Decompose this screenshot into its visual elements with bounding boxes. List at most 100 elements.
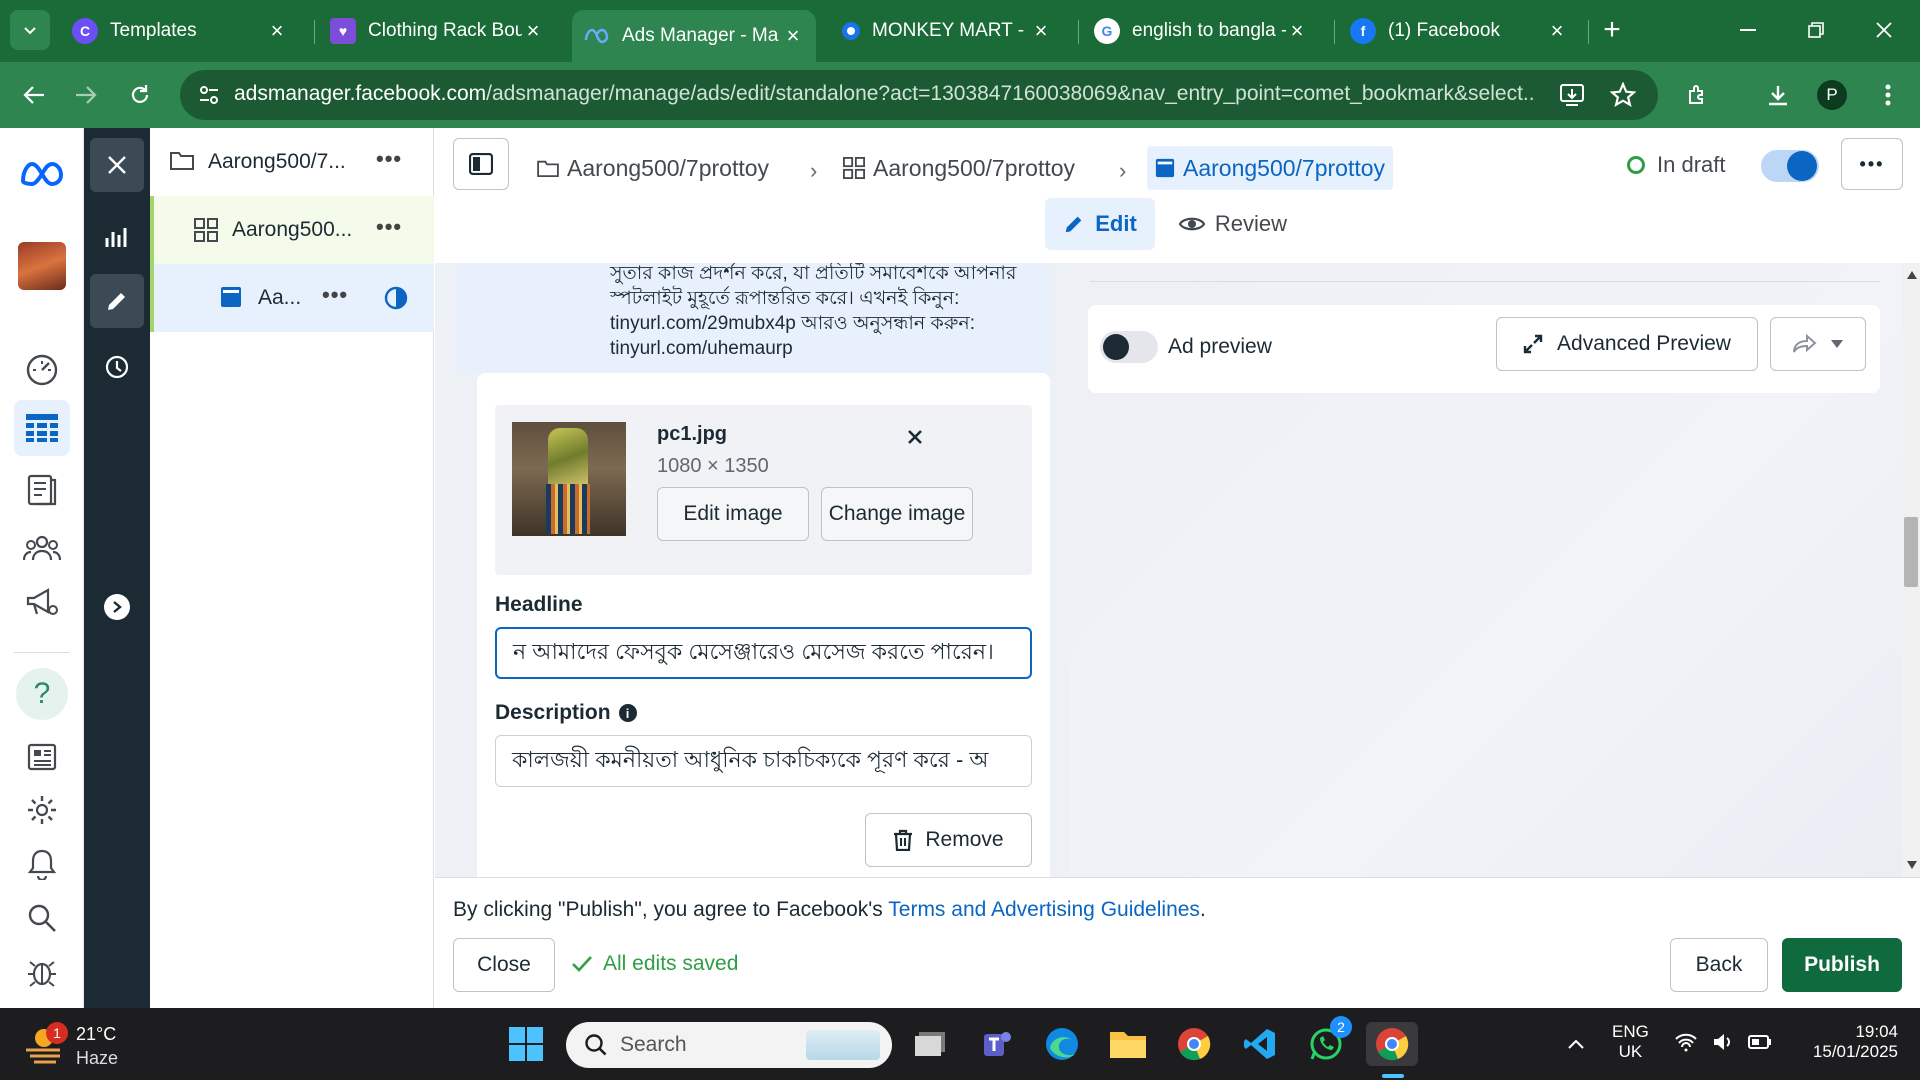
windows-start-icon[interactable] — [504, 1022, 548, 1066]
more-options-icon[interactable]: ••• — [322, 282, 348, 308]
browser-tab-strip: C Templates × ♥ Clothing Rack Bou × Ads … — [0, 0, 1920, 62]
teams-icon[interactable] — [974, 1022, 1018, 1066]
terms-link[interactable]: Terms and Advertising Guidelines — [888, 898, 1200, 921]
status-text: In draft — [1657, 152, 1726, 177]
back-arrow-icon[interactable] — [14, 75, 54, 115]
browser-tab-templates[interactable]: C Templates × — [60, 10, 300, 52]
publish-label: Publish — [1804, 953, 1880, 976]
browser-menu-icon[interactable] — [1868, 75, 1908, 115]
browser-tab-clothing-rack[interactable]: ♥ Clothing Rack Bou × — [318, 10, 556, 52]
minimize-icon[interactable] — [1728, 10, 1768, 50]
install-app-icon[interactable] — [1560, 83, 1586, 107]
tree-item-adset[interactable]: Aarong500... ••• — [150, 196, 434, 264]
task-view-icon[interactable] — [908, 1022, 952, 1066]
more-options-icon[interactable]: ••• — [376, 214, 402, 240]
edit-image-button[interactable]: Edit image — [657, 487, 809, 541]
scroll-down-arrow-icon[interactable] — [1907, 861, 1917, 869]
save-status: All edits saved — [571, 952, 738, 976]
tree-item-ad[interactable]: Aa... ••• — [150, 264, 434, 332]
reload-icon[interactable] — [120, 75, 160, 115]
taskbar-search-box[interactable]: Search — [566, 1022, 892, 1068]
close-icon[interactable]: × — [1030, 18, 1052, 43]
scroll-up-arrow-icon[interactable] — [1907, 271, 1917, 279]
history-clock-icon[interactable] — [90, 340, 144, 394]
site-settings-icon[interactable] — [198, 84, 220, 106]
chevron-up-icon[interactable] — [1554, 1022, 1598, 1066]
description-value: কালজয়ী কমনীয়তা আধুনিক চাকচিক্যকে পূরণ … — [512, 746, 989, 772]
advanced-preview-button[interactable]: Advanced Preview — [1496, 317, 1758, 371]
close-window-icon[interactable] — [1864, 10, 1904, 50]
profile-avatar[interactable]: P — [1812, 75, 1852, 115]
remove-button[interactable]: Remove — [865, 813, 1032, 867]
audiences-icon[interactable] — [14, 520, 70, 576]
tree-item-campaign[interactable]: Aarong500/7... ••• — [150, 128, 434, 196]
scrollbar-thumb[interactable] — [1904, 517, 1918, 587]
bug-report-icon[interactable] — [14, 944, 70, 1000]
vscode-icon[interactable] — [1238, 1022, 1282, 1066]
close-icon[interactable]: × — [266, 18, 288, 43]
preview-scrollbar[interactable] — [1902, 263, 1920, 877]
catalog-icon[interactable] — [14, 462, 70, 518]
share-preview-dropdown[interactable] — [1770, 317, 1866, 371]
browser-tab-ads-manager[interactable]: Ads Manager - Ma × — [572, 10, 816, 62]
settings-gear-icon[interactable] — [14, 782, 70, 838]
search-icon[interactable] — [14, 890, 70, 946]
system-tray[interactable] — [1674, 1032, 1772, 1052]
new-tab-icon[interactable]: + — [1592, 10, 1632, 50]
more-actions-button[interactable]: ••• — [1841, 138, 1903, 190]
close-icon[interactable]: × — [1286, 18, 1308, 43]
close-icon[interactable]: × — [522, 18, 544, 43]
campaigns-table-icon[interactable] — [14, 400, 70, 456]
ad-on-off-toggle[interactable] — [1761, 150, 1819, 182]
clock[interactable]: 19:04 15/01/2025 — [1790, 1022, 1898, 1062]
expand-chevron-icon[interactable] — [90, 580, 144, 634]
dashboard-gauge-icon[interactable] — [14, 342, 70, 398]
publish-button[interactable]: Publish — [1782, 938, 1902, 992]
browser-tab-monkey-mart[interactable]: MONKEY MART - F × — [830, 10, 1064, 52]
ad-preview-panel: Ad preview Advanced Preview — [1070, 263, 1902, 877]
tab-edit[interactable]: Edit — [1045, 198, 1155, 250]
extensions-icon[interactable] — [1678, 75, 1718, 115]
close-icon[interactable]: × — [782, 23, 804, 48]
edge-icon[interactable] — [1040, 1022, 1084, 1066]
help-icon[interactable]: ? — [14, 666, 70, 722]
browser-tab-facebook[interactable]: f (1) Facebook × — [1338, 10, 1580, 52]
description-input[interactable]: কালজয়ী কমনীয়তা আধুনিক চাকচিক্যকে পূরণ … — [495, 735, 1032, 787]
meta-logo-icon[interactable] — [14, 146, 70, 202]
ads-megaphone-icon[interactable] — [14, 574, 70, 630]
forward-arrow-icon[interactable] — [66, 75, 106, 115]
whatsapp-icon[interactable]: 2 — [1304, 1016, 1352, 1066]
bookmark-star-icon[interactable] — [1610, 82, 1636, 108]
tab-search-chevron-icon[interactable] — [10, 10, 50, 50]
download-icon[interactable] — [1758, 75, 1798, 115]
account-avatar[interactable] — [14, 238, 70, 294]
toggle-panel-button[interactable] — [453, 138, 509, 190]
chrome-icon[interactable] — [1172, 1022, 1216, 1066]
change-image-button[interactable]: Change image — [821, 487, 973, 541]
headline-input[interactable]: ন আমাদের ফেসবুক মেসেঞ্জারেও মেসেজ করতে প… — [495, 627, 1032, 679]
browser-tab-google-translate[interactable]: G english to bangla - × — [1082, 10, 1320, 52]
edit-pencil-icon[interactable] — [90, 274, 144, 328]
breadcrumb-ad[interactable]: Aarong500/7prottoy — [1147, 146, 1394, 190]
more-options-icon[interactable]: ••• — [376, 146, 402, 172]
info-icon[interactable]: i — [618, 704, 637, 722]
reports-icon[interactable] — [14, 728, 70, 784]
close-icon[interactable]: × — [1546, 18, 1568, 43]
breadcrumb-adset[interactable]: Aarong500/7prottoy — [843, 146, 1075, 190]
back-button[interactable]: Back — [1670, 938, 1768, 992]
notifications-bell-icon[interactable] — [14, 836, 70, 892]
edit-image-label: Edit image — [683, 502, 783, 525]
language-indicator[interactable]: ENG UK — [1612, 1022, 1649, 1062]
chrome-active-icon[interactable] — [1366, 1022, 1418, 1066]
charts-icon[interactable] — [90, 210, 144, 264]
breadcrumb-campaign[interactable]: Aarong500/7prottoy — [537, 146, 769, 190]
remove-image-close-icon[interactable] — [895, 417, 935, 457]
close-editor-icon[interactable] — [90, 138, 144, 192]
address-bar[interactable]: adsmanager.facebook.com/adsmanager/manag… — [180, 70, 1658, 120]
weather-widget[interactable]: 1 — [22, 1022, 68, 1064]
restore-icon[interactable] — [1796, 10, 1836, 50]
tab-review[interactable]: Review — [1173, 198, 1293, 250]
close-button[interactable]: Close — [453, 938, 555, 992]
file-explorer-icon[interactable] — [1106, 1022, 1150, 1066]
ad-preview-toggle[interactable] — [1100, 331, 1158, 363]
